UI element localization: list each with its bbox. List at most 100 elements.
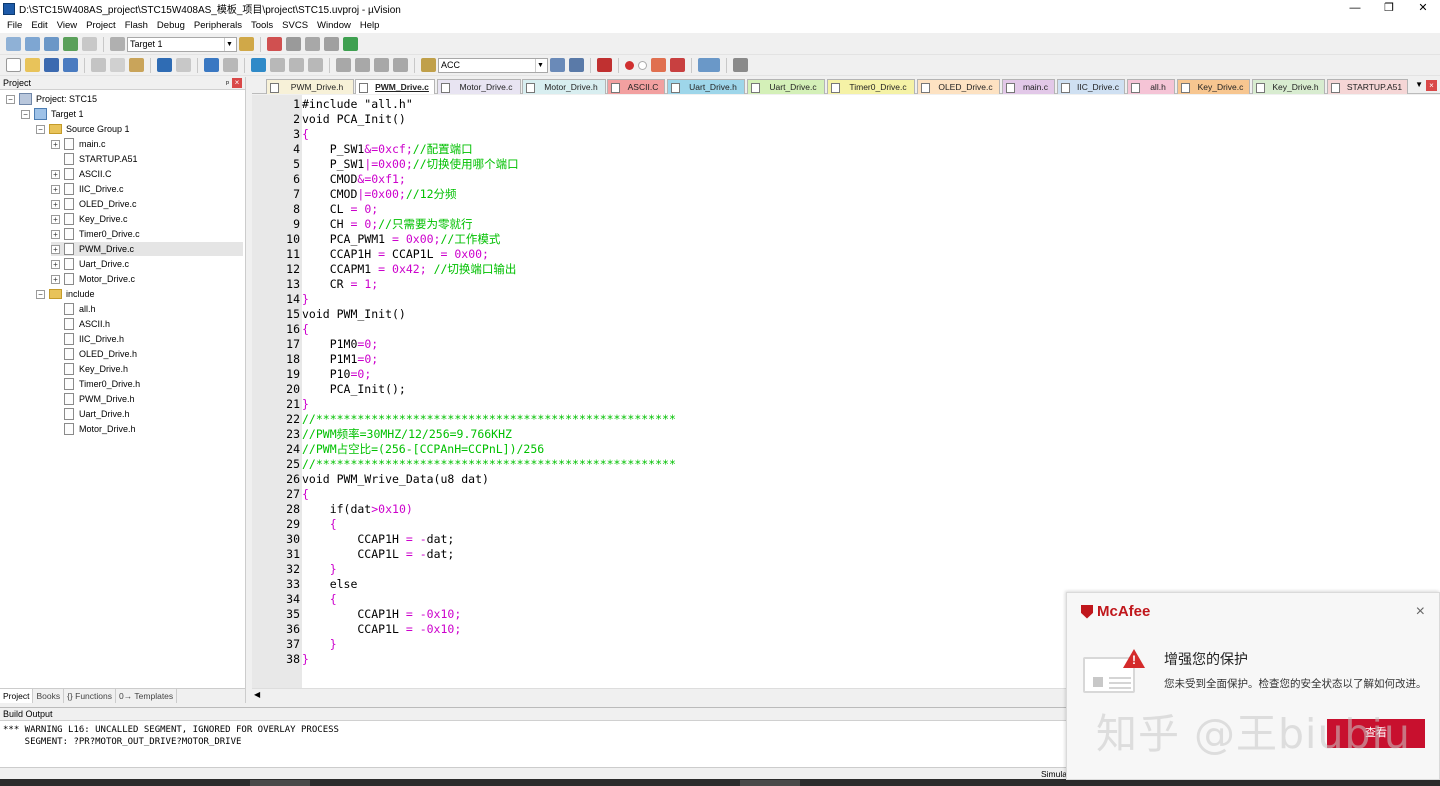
menu-help[interactable]: Help	[360, 20, 380, 31]
editor-tab[interactable]: STARTUP.A51	[1327, 79, 1408, 94]
tree-source-file[interactable]: + IIC_Drive.c	[51, 182, 124, 196]
comment-icon[interactable]	[374, 58, 389, 72]
tab-list-menu-icon[interactable]: ▼	[1415, 80, 1423, 89]
undo-icon[interactable]	[157, 58, 172, 72]
editor-tab[interactable]: PWM_Drive.c	[355, 79, 435, 94]
new-file-icon[interactable]	[6, 58, 21, 72]
pack-installer-icon[interactable]	[324, 37, 339, 51]
restore-icon[interactable]: ❐	[1372, 0, 1406, 17]
editor-tab[interactable]: Motor_Drive.h	[522, 79, 606, 94]
close-icon[interactable]: ×	[1416, 603, 1425, 621]
close-icon[interactable]: ✕	[1406, 0, 1440, 17]
collapse-icon[interactable]: −	[21, 109, 30, 119]
menu-svcs[interactable]: SVCS	[282, 20, 308, 31]
tree-source-file[interactable]: + Motor_Drive.c	[51, 272, 135, 286]
editor-tab[interactable]: ASCII.C	[607, 79, 665, 94]
manage-components-icon[interactable]	[267, 37, 282, 51]
bookmark-icon[interactable]	[251, 58, 266, 72]
unindent-icon[interactable]	[355, 58, 370, 72]
tree-source-file[interactable]: + Uart_Drive.c	[51, 257, 129, 271]
expand-icon[interactable]: +	[51, 139, 60, 149]
expand-icon[interactable]: +	[51, 184, 60, 194]
find-in-files-icon[interactable]	[421, 58, 436, 72]
collapse-icon[interactable]: −	[6, 94, 15, 104]
minimize-icon[interactable]: —	[1338, 0, 1372, 17]
stop-build-icon[interactable]	[82, 37, 97, 51]
indent-icon[interactable]	[336, 58, 351, 72]
target-select[interactable]: Target 1 ▼	[127, 36, 237, 52]
expand-icon[interactable]: +	[51, 244, 60, 254]
disable-all-breakpoints-icon[interactable]	[651, 58, 666, 72]
menu-tools[interactable]: Tools	[251, 20, 273, 31]
tree-source-file[interactable]: + OLED_Drive.c	[51, 197, 137, 211]
menu-flash[interactable]: Flash	[125, 20, 148, 31]
disable-breakpoint-icon[interactable]	[638, 60, 647, 70]
pin-icon[interactable]: ᵖ	[226, 77, 229, 90]
menu-file[interactable]: File	[7, 20, 22, 31]
tree-source-file[interactable]: + main.c	[51, 137, 106, 151]
save-icon[interactable]	[44, 58, 59, 72]
tab-templates[interactable]: 0→ Templates	[116, 689, 178, 703]
run-time-environment-icon[interactable]	[343, 37, 358, 51]
editor-tab[interactable]: Uart_Drive.c	[747, 79, 825, 94]
prev-bookmark-icon[interactable]	[270, 58, 285, 72]
editor-tab[interactable]: Key_Drive.h	[1252, 79, 1325, 94]
menu-debug[interactable]: Debug	[157, 20, 185, 31]
translate-icon[interactable]	[6, 37, 21, 51]
paste-icon[interactable]	[129, 58, 144, 72]
menu-window[interactable]: Window	[317, 20, 351, 31]
save-all-icon[interactable]	[63, 58, 78, 72]
scroll-left-icon[interactable]: ◀	[254, 689, 260, 701]
tree-header-file[interactable]: ASCII.h	[64, 317, 110, 331]
open-file-icon[interactable]	[25, 58, 40, 72]
tree-header-file[interactable]: Timer0_Drive.h	[64, 377, 140, 391]
menu-edit[interactable]: Edit	[31, 20, 47, 31]
tree-header-file[interactable]: OLED_Drive.h	[64, 347, 137, 361]
tab-books[interactable]: Books	[33, 689, 65, 703]
download-icon[interactable]	[110, 37, 125, 51]
batch-build-icon[interactable]	[63, 37, 78, 51]
horizontal-scrollbar[interactable]: ◀	[252, 688, 1068, 701]
tree-header-file[interactable]: Uart_Drive.h	[64, 407, 130, 421]
tree-header-file[interactable]: Motor_Drive.h	[64, 422, 136, 436]
window-layout-icon[interactable]	[698, 58, 720, 72]
expand-icon[interactable]: +	[51, 274, 60, 284]
close-icon[interactable]: ×	[232, 78, 242, 88]
cut-icon[interactable]	[91, 58, 106, 72]
redo-icon[interactable]	[176, 58, 191, 72]
copy-icon[interactable]	[110, 58, 125, 72]
tree-header-file[interactable]: all.h	[64, 302, 96, 316]
expand-icon[interactable]: +	[51, 199, 60, 209]
editor-tab[interactable]: Key_Drive.c	[1177, 79, 1250, 94]
expand-icon[interactable]: +	[51, 229, 60, 239]
editor-tab[interactable]: PWM_Drive.h	[266, 79, 354, 94]
tab-project[interactable]: Project	[0, 689, 34, 703]
menu-project[interactable]: Project	[86, 20, 116, 31]
debug-session-icon[interactable]	[597, 58, 612, 72]
incremental-find-icon[interactable]	[569, 58, 584, 72]
tree-project-root[interactable]: − Project: STC15	[6, 92, 97, 106]
collapse-icon[interactable]: −	[36, 124, 45, 134]
tree-source-file[interactable]: + Timer0_Drive.c	[51, 227, 140, 241]
tree-header-file[interactable]: PWM_Drive.h	[64, 392, 135, 406]
tree-group-include[interactable]: − include	[36, 287, 95, 301]
taskbar-item[interactable]	[250, 780, 310, 786]
build-icon[interactable]	[25, 37, 40, 51]
tree-header-file[interactable]: IIC_Drive.h	[64, 332, 124, 346]
close-icon[interactable]: ×	[1426, 80, 1437, 91]
editor-tab[interactable]: OLED_Drive.c	[917, 79, 1000, 94]
editor-tab[interactable]: Uart_Drive.h	[667, 79, 745, 94]
expand-icon[interactable]: +	[51, 169, 60, 179]
tree-source-file[interactable]: + ASCII.C	[51, 167, 112, 181]
clear-bookmarks-icon[interactable]	[308, 58, 323, 72]
editor-tab[interactable]: all.h	[1127, 79, 1175, 94]
find-icon[interactable]	[550, 58, 565, 72]
menu-peripherals[interactable]: Peripherals	[194, 20, 242, 31]
breakpoint-icon[interactable]	[625, 60, 634, 70]
editor-tab[interactable]: Motor_Drive.c	[437, 79, 521, 94]
editor-tab[interactable]: main.c	[1002, 79, 1055, 94]
taskbar-item[interactable]	[740, 780, 800, 786]
uncomment-icon[interactable]	[393, 58, 408, 72]
expand-icon[interactable]: +	[51, 259, 60, 269]
expand-icon[interactable]: +	[51, 214, 60, 224]
